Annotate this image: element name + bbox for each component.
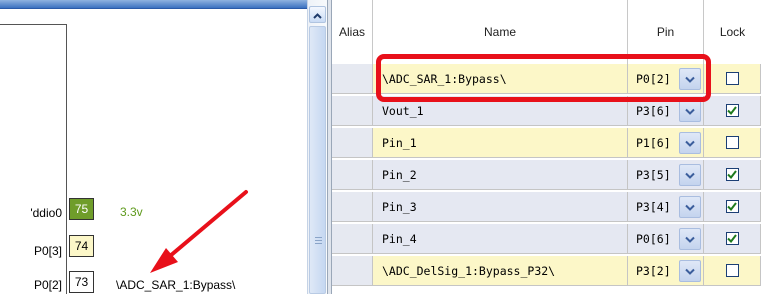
- pin-value: P3[5]: [636, 167, 671, 182]
- lock-cell: [704, 256, 761, 286]
- lock-checkbox[interactable]: [725, 264, 739, 277]
- name-cell[interactable]: Pin_2: [373, 160, 628, 190]
- name-cell[interactable]: \ADC_DelSig_1:Bypass_P32\: [373, 256, 628, 286]
- alias-cell[interactable]: [332, 160, 373, 190]
- pin-select[interactable]: P3[5]: [628, 160, 704, 190]
- lock-cell: [704, 96, 761, 126]
- chevron-down-icon[interactable]: [679, 100, 701, 122]
- alias-cell[interactable]: [332, 64, 373, 94]
- scroll-thumb[interactable]: [309, 26, 326, 294]
- lock-cell: [704, 160, 761, 190]
- lock-cell: [704, 224, 761, 254]
- chevron-down-icon[interactable]: [679, 164, 701, 186]
- pin-value: P0[6]: [636, 231, 671, 246]
- lock-checkbox[interactable]: [725, 168, 739, 181]
- column-header-lock[interactable]: Lock: [704, 0, 761, 64]
- checkmark-icon: [727, 106, 737, 115]
- alias-cell[interactable]: [332, 256, 373, 286]
- signal-name: Vout_1: [382, 103, 424, 118]
- pin-select[interactable]: P3[4]: [628, 192, 704, 222]
- alias-cell[interactable]: [332, 224, 373, 254]
- chevron-down-icon[interactable]: [679, 132, 701, 154]
- alias-cell[interactable]: [332, 192, 373, 222]
- table-row[interactable]: Pin_1 P1[6]: [332, 128, 761, 158]
- vertical-scrollbar[interactable]: [307, 0, 327, 294]
- lock-cell: [704, 64, 761, 94]
- lock-checkbox[interactable]: [725, 72, 739, 85]
- chevron-down-icon[interactable]: [679, 228, 701, 250]
- signal-name: Pin_2: [382, 167, 417, 182]
- signal-name: Pin_1: [382, 135, 417, 150]
- grip-icon: [315, 237, 322, 245]
- pin-value: P3[4]: [636, 199, 671, 214]
- alias-cell[interactable]: [332, 96, 373, 126]
- pin-assignment-table: Alias Name Pin Lock \ADC_SAR_1:Bypass\ P0…: [332, 0, 761, 294]
- lock-cell: [704, 192, 761, 222]
- name-cell[interactable]: Pin_1: [373, 128, 628, 158]
- table-row[interactable]: \ADC_DelSig_1:Bypass_P32\ P3[2]: [332, 256, 761, 286]
- column-header-alias[interactable]: Alias: [332, 0, 373, 64]
- pin-value: P3[2]: [636, 263, 671, 278]
- signal-name: Pin_4: [382, 231, 417, 246]
- chevron-down-icon[interactable]: [679, 196, 701, 218]
- highlight-box: [376, 54, 711, 102]
- chevron-down-icon[interactable]: [679, 260, 701, 282]
- lock-checkbox[interactable]: [725, 232, 739, 245]
- table-row[interactable]: Pin_3 P3[4]: [332, 192, 761, 222]
- pin-select[interactable]: P1[6]: [628, 128, 704, 158]
- pin-select[interactable]: P0[6]: [628, 224, 704, 254]
- signal-name: \ADC_DelSig_1:Bypass_P32\: [382, 263, 556, 278]
- signal-name: Pin_3: [382, 199, 417, 214]
- name-cell[interactable]: Pin_3: [373, 192, 628, 222]
- pin-value: P1[6]: [636, 135, 671, 150]
- chevron-up-icon: [313, 8, 322, 22]
- checkmark-icon: [727, 202, 737, 211]
- checkmark-icon: [727, 170, 737, 179]
- scroll-up-button[interactable]: [309, 6, 326, 23]
- lock-cell: [704, 128, 761, 158]
- lock-checkbox[interactable]: [725, 200, 739, 213]
- checkmark-icon: [727, 234, 737, 243]
- pin-value: P3[6]: [636, 103, 671, 118]
- table-row[interactable]: Pin_4 P0[6]: [332, 224, 761, 254]
- table-row[interactable]: Pin_2 P3[5]: [332, 160, 761, 190]
- pin-select[interactable]: P3[2]: [628, 256, 704, 286]
- lock-checkbox[interactable]: [725, 104, 739, 117]
- name-cell[interactable]: Pin_4: [373, 224, 628, 254]
- lock-checkbox[interactable]: [725, 136, 739, 149]
- alias-cell[interactable]: [332, 128, 373, 158]
